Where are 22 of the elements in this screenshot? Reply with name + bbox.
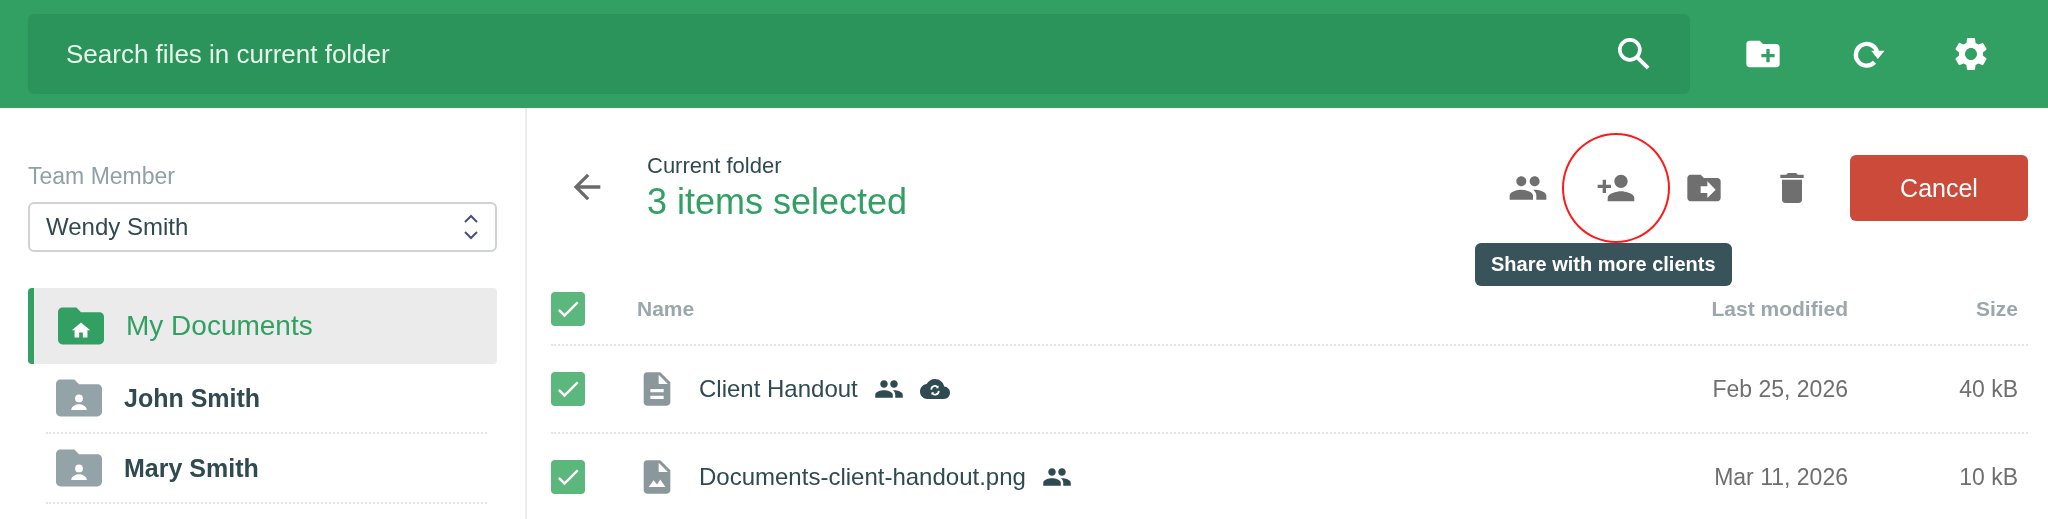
file-name[interactable]: Client Handout bbox=[699, 375, 858, 403]
file-size: 10 kB bbox=[1959, 463, 2018, 490]
sidebar-item-label: John Smith bbox=[124, 383, 261, 413]
row-checkbox[interactable] bbox=[551, 372, 585, 406]
sidebar-item[interactable]: John Smith bbox=[46, 364, 487, 434]
member-select[interactable]: Wendy Smith bbox=[28, 202, 497, 252]
field-label: Team Member bbox=[28, 163, 176, 190]
select-all-checkbox[interactable] bbox=[551, 292, 585, 326]
search-bar[interactable]: Search files in current folder bbox=[28, 14, 1690, 94]
sidebar-item-label: My Documents bbox=[126, 310, 313, 342]
sidebar-item-label: Mary Smith bbox=[124, 453, 259, 483]
cancel-button[interactable]: Cancel bbox=[1850, 155, 2028, 221]
chevron-icon bbox=[463, 214, 479, 240]
row-checkbox[interactable] bbox=[551, 460, 585, 494]
modified-date: Mar 11, 2026 bbox=[1714, 463, 1848, 490]
sidebar-item[interactable]: Mary Smith bbox=[46, 434, 487, 504]
selection-count: 3 items selected bbox=[647, 181, 909, 223]
file-size: 40 kB bbox=[1959, 375, 2018, 402]
tooltip: Share with more clients bbox=[1475, 243, 1732, 286]
modified-date: Feb 25, 2026 bbox=[1712, 375, 1848, 402]
folder-caption: Current folder bbox=[647, 153, 783, 179]
file-name[interactable]: Documents-client-handout.png bbox=[699, 463, 1026, 491]
